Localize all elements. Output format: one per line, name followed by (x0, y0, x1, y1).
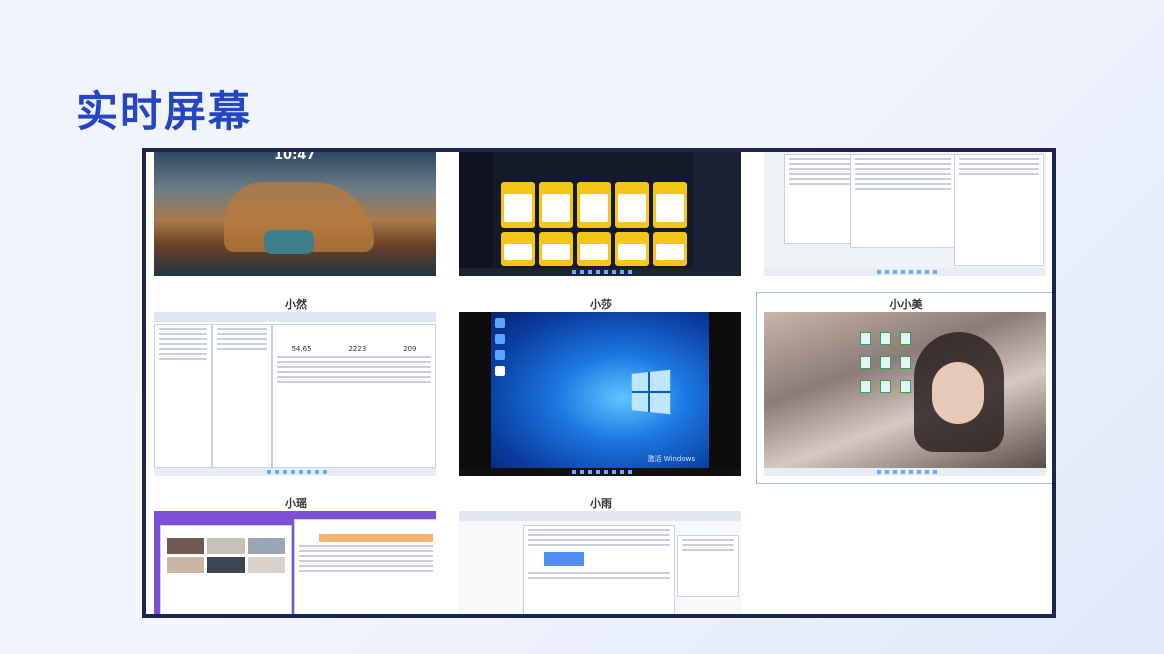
screen-wall-frame: 10:47 小然 54.65 2223 209 小莎 激活 Windows 小小… (142, 148, 1056, 618)
details-window (954, 154, 1044, 266)
windows-logo-icon (631, 369, 671, 415)
screen-thumbnail-8[interactable] (459, 511, 741, 614)
browser-sidebar (154, 324, 212, 468)
document-page (523, 525, 675, 614)
desktop-icon[interactable] (900, 356, 911, 369)
screen-cell-xiaoran: 小然 (154, 298, 438, 312)
app-tile-6[interactable] (501, 232, 535, 266)
stat-value-2: 2223 (348, 345, 367, 353)
screen-thumbnail-2[interactable] (459, 152, 741, 276)
activation-watermark: 激活 Windows (647, 455, 695, 463)
desktop-icon[interactable] (880, 380, 891, 393)
app-tile-1[interactable] (501, 182, 535, 228)
desktop-icon[interactable] (880, 332, 891, 345)
screen-thumbnail-5[interactable]: 激活 Windows (459, 312, 741, 476)
app-tile-9[interactable] (615, 232, 649, 266)
app-tile-5[interactable] (653, 182, 687, 228)
desktop-icon[interactable] (900, 380, 911, 393)
desktop-icon[interactable] (495, 350, 505, 360)
dashboard-window: 54.65 2223 209 (272, 324, 436, 468)
desktop-icon[interactable] (880, 356, 891, 369)
screen-label: 小莎 (590, 298, 612, 311)
highlighted-block (544, 552, 584, 566)
screen-label: 小雨 (590, 497, 612, 510)
taskbar (154, 468, 436, 476)
desktop-icon[interactable] (495, 334, 505, 344)
comment-panel (677, 535, 739, 597)
lockscreen-clock: 10:47 (274, 152, 316, 163)
page-title: 实时屏幕 (76, 87, 253, 136)
taskbar (459, 468, 741, 476)
screen-label: 小瑶 (285, 497, 307, 510)
screen-label: 小小美 (889, 298, 923, 311)
taskbar (764, 468, 1046, 476)
desktop-icon[interactable] (495, 318, 505, 328)
screen-thumbnail-6[interactable] (764, 312, 1046, 476)
screen-cell-xiaoxiaomei: 小小美 (764, 298, 1048, 312)
app-tile-2[interactable] (539, 182, 573, 228)
chat-panel (212, 324, 272, 468)
taskbar (459, 268, 741, 276)
desktop-icon[interactable] (860, 332, 871, 345)
stat-value-3: 209 (403, 345, 417, 353)
browser-tabbar (459, 511, 741, 521)
screen-cell-xiaoyao: 小瑶 (154, 497, 438, 511)
screen-thumbnail-1[interactable]: 10:47 (154, 152, 436, 276)
app-tile-7[interactable] (539, 232, 573, 266)
win10-wallpaper: 激活 Windows (491, 312, 709, 468)
desktop-icon[interactable] (860, 380, 871, 393)
desktop-icon[interactable] (860, 356, 871, 369)
browser-tabbar (154, 312, 436, 322)
app-sidebar (459, 152, 493, 268)
app-tile-10[interactable] (653, 232, 687, 266)
app-right-panel (693, 152, 741, 268)
screen-thumbnail-7[interactable] (154, 511, 436, 614)
app-tile-3[interactable] (577, 182, 611, 228)
desktop-icon[interactable] (900, 332, 911, 345)
app-tile-4[interactable] (615, 182, 649, 228)
screen-grid: 10:47 小然 54.65 2223 209 小莎 激活 Windows 小小… (146, 152, 1052, 614)
screen-thumbnail-4[interactable]: 54.65 2223 209 (154, 312, 436, 476)
image-gallery-window (160, 525, 292, 614)
screen-cell-xiaoyu: 小雨 (459, 497, 743, 511)
explorer-window-2 (850, 154, 956, 248)
screen-thumbnail-3[interactable] (764, 152, 1046, 276)
desktop-icon[interactable] (495, 366, 505, 376)
tidal-pool (264, 230, 314, 254)
taskbar (764, 268, 1046, 276)
stat-value-1: 54.65 (291, 345, 312, 353)
desktop-icons (495, 318, 505, 382)
portrait-face (932, 362, 984, 424)
screen-label: 小然 (285, 298, 307, 311)
spreadsheet-window (294, 519, 436, 614)
screen-cell-xiaosha: 小莎 (459, 298, 743, 312)
app-tile-8[interactable] (577, 232, 611, 266)
